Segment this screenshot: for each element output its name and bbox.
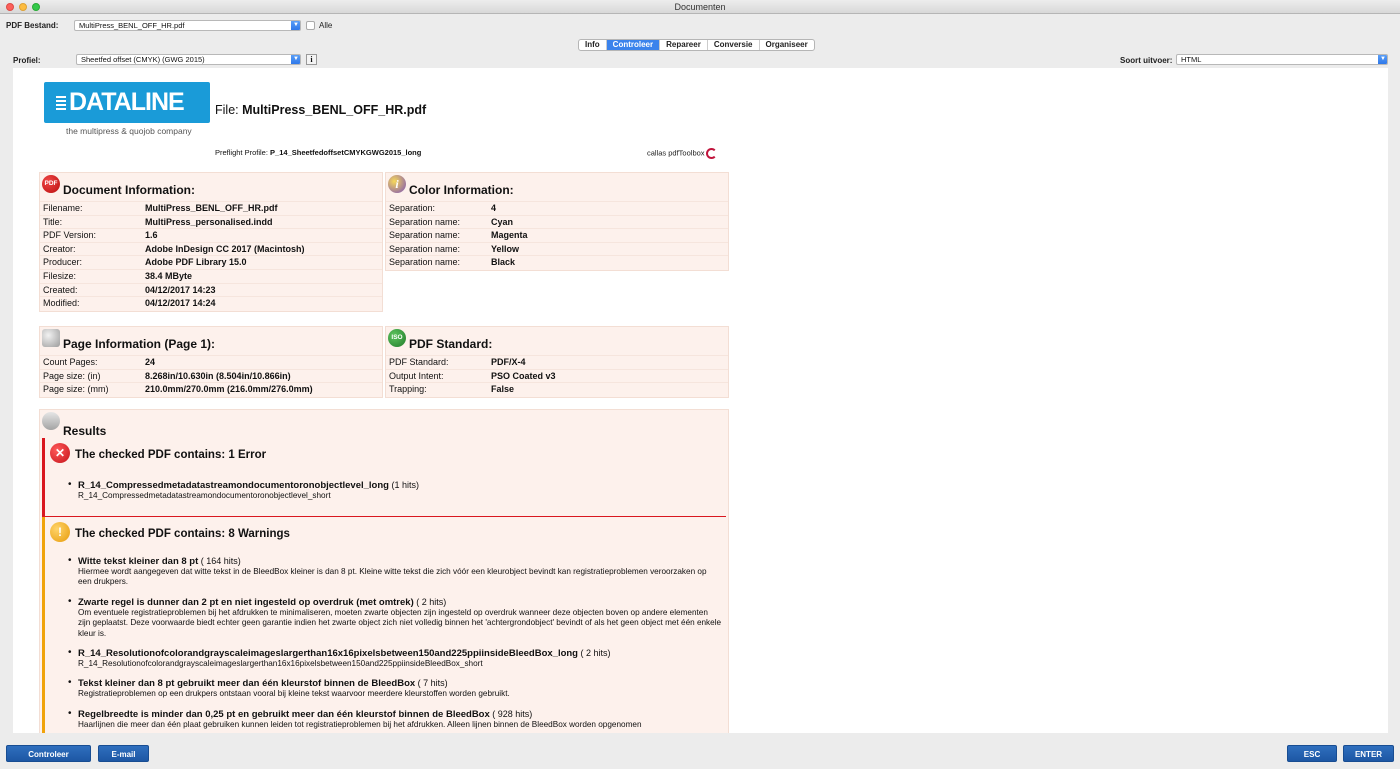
report-file-title: File: MultiPress_BENL_OFF_HR.pdf bbox=[215, 103, 426, 117]
preflight-value: P_14_SheetfedoffsetCMYKGWG2015_long bbox=[270, 148, 422, 157]
file-name: MultiPress_BENL_OFF_HR.pdf bbox=[242, 103, 427, 117]
maximize-window-icon[interactable] bbox=[32, 3, 40, 11]
info-row: Created: 04/12/2017 14:23 bbox=[40, 282, 382, 297]
info-icon: i bbox=[388, 175, 406, 193]
preflight-label: Preflight Profile: bbox=[215, 148, 268, 157]
list-item: Witte tekst kleiner dan 8 pt ( 164 hits)… bbox=[68, 555, 722, 588]
info-row: Separation name: Cyan bbox=[386, 214, 728, 229]
color-info-panel: i Color Information: Separation: 4 Separa… bbox=[385, 172, 729, 271]
chevron-down-icon: ▼ bbox=[1378, 55, 1387, 64]
info-row: Producer: Adobe PDF Library 15.0 bbox=[40, 255, 382, 269]
profile-label: Profiel: bbox=[13, 56, 41, 65]
pdf-icon: PDF bbox=[42, 175, 60, 193]
info-row: Title: MultiPress_personalised.indd bbox=[40, 214, 382, 229]
info-row: Output Intent: PSO Coated v3 bbox=[386, 368, 728, 383]
logo-lines-icon bbox=[56, 95, 66, 110]
info-row: Creator: Adobe InDesign CC 2017 (Macintos… bbox=[40, 241, 382, 256]
info-row: Separation name: Magenta bbox=[386, 228, 728, 242]
color-info-title: Color Information: bbox=[409, 183, 514, 197]
tab-repareer[interactable]: Repareer bbox=[660, 40, 708, 50]
tab-bar: Info Controleer Repareer Conversie Organ… bbox=[578, 39, 815, 51]
window-title: Documenten bbox=[674, 2, 726, 12]
list-item: Tekst kleiner dan 8 pt gebruikt meer dan… bbox=[68, 677, 722, 699]
results-title: Results bbox=[63, 424, 107, 438]
info-row: Count Pages: 24 bbox=[40, 355, 382, 369]
info-row: Filesize: 38.4 MByte bbox=[40, 268, 382, 283]
window-titlebar: Documenten bbox=[0, 0, 1400, 14]
info-row: Page size: (in) 8.268in/10.630in (8.504in… bbox=[40, 368, 382, 383]
page-icon bbox=[42, 329, 60, 347]
close-window-icon[interactable] bbox=[6, 3, 14, 11]
document-info-title: Document Information: bbox=[63, 183, 195, 197]
page-info-panel: Page Information (Page 1): Count Pages: 2… bbox=[39, 326, 383, 398]
chevron-down-icon: ▼ bbox=[291, 21, 300, 30]
output-type-select-value: HTML bbox=[1181, 55, 1202, 64]
dataline-logo: DATALINE bbox=[44, 82, 210, 123]
pdf-file-select[interactable]: MultiPress_BENL_OFF_HR.pdf ▼ bbox=[74, 20, 301, 31]
info-row: Modified: 04/12/2017 14:24 bbox=[40, 296, 382, 310]
email-button[interactable]: E-mail bbox=[98, 745, 149, 762]
minimize-window-icon[interactable] bbox=[19, 3, 27, 11]
info-row: Separation name: Black bbox=[386, 255, 728, 269]
file-label: File: bbox=[215, 103, 239, 117]
chevron-down-icon: ▼ bbox=[291, 55, 300, 64]
enter-button[interactable]: ENTER bbox=[1343, 745, 1394, 762]
esc-button[interactable]: ESC bbox=[1287, 745, 1337, 762]
profile-info-button[interactable]: i bbox=[306, 54, 317, 65]
callas-text: callas pdfToolbox bbox=[647, 148, 705, 158]
pdf-standard-panel: ISO PDF Standard: PDF Standard: PDF/X-4 O… bbox=[385, 326, 729, 398]
profile-select-value: Sheetfed offset (CMYK) (GWG 2015) bbox=[81, 55, 205, 64]
all-checkbox-label: Alle bbox=[319, 21, 333, 30]
pdf-standard-title: PDF Standard: bbox=[409, 337, 493, 351]
report-view[interactable]: DATALINE the multipress & quojob company… bbox=[13, 68, 1388, 733]
output-type-select[interactable]: HTML ▼ bbox=[1176, 54, 1388, 65]
pdf-file-label: PDF Bestand: bbox=[6, 21, 59, 30]
pdf-file-select-value: MultiPress_BENL_OFF_HR.pdf bbox=[79, 21, 185, 30]
list-item: R_14_Resolutionofcolorandgrayscaleimages… bbox=[68, 647, 722, 669]
info-row: Filename: MultiPress_BENL_OFF_HR.pdf bbox=[40, 201, 382, 215]
tab-conversie[interactable]: Conversie bbox=[708, 40, 760, 50]
error-section-title: The checked PDF contains: 1 Error bbox=[75, 449, 267, 461]
list-item: Regelbreedte is minder dan 0,25 pt en ge… bbox=[68, 708, 722, 730]
list-item: Zwarte regel is dunner dan 2 pt en niet … bbox=[68, 596, 722, 639]
info-row: Trapping: False bbox=[386, 382, 728, 396]
tab-info[interactable]: Info bbox=[579, 40, 607, 50]
warning-icon: ! bbox=[50, 522, 70, 542]
tab-organiseer[interactable]: Organiseer bbox=[760, 40, 814, 50]
list-item: R_14_Compressedmetadatastreamondocumento… bbox=[68, 479, 722, 501]
preflight-profile: Preflight Profile: P_14_SheetfedoffsetCM… bbox=[215, 148, 421, 157]
tab-controleer[interactable]: Controleer bbox=[606, 40, 661, 50]
warning-section-title: The checked PDF contains: 8 Warnings bbox=[75, 528, 290, 540]
error-icon: ✕ bbox=[50, 443, 70, 463]
iso-icon: ISO bbox=[388, 329, 406, 347]
info-row: PDF Version: 1.6 bbox=[40, 228, 382, 242]
check-button[interactable]: Controleer bbox=[6, 745, 91, 762]
info-row: Separation: 4 bbox=[386, 201, 728, 215]
output-type-label: Soort uitvoer: bbox=[1120, 56, 1173, 65]
callas-branding: callas pdfToolbox bbox=[647, 148, 717, 159]
all-checkbox[interactable] bbox=[306, 21, 315, 30]
logo-tagline: the multipress & quojob company bbox=[66, 126, 192, 136]
info-row: Separation name: Yellow bbox=[386, 241, 728, 256]
document-info-panel: PDF Document Information: Filename: Multi… bbox=[39, 172, 383, 312]
error-section: ✕ The checked PDF contains: 1 Error R_14… bbox=[42, 438, 726, 517]
info-row: PDF Standard: PDF/X-4 bbox=[386, 355, 728, 369]
info-row: Page size: (mm) 210.0mm/270.0mm (216.0mm/… bbox=[40, 382, 382, 396]
results-panel: Results ✕ The checked PDF contains: 1 Er… bbox=[39, 409, 729, 733]
page-info-title: Page Information (Page 1): bbox=[63, 337, 216, 351]
warning-section: ! The checked PDF contains: 8 Warnings W… bbox=[42, 517, 726, 733]
callas-logo-icon bbox=[705, 148, 717, 159]
profile-select[interactable]: Sheetfed offset (CMYK) (GWG 2015) ▼ bbox=[76, 54, 301, 65]
results-list-icon bbox=[42, 412, 60, 430]
logo-text: DATALINE bbox=[69, 88, 185, 116]
